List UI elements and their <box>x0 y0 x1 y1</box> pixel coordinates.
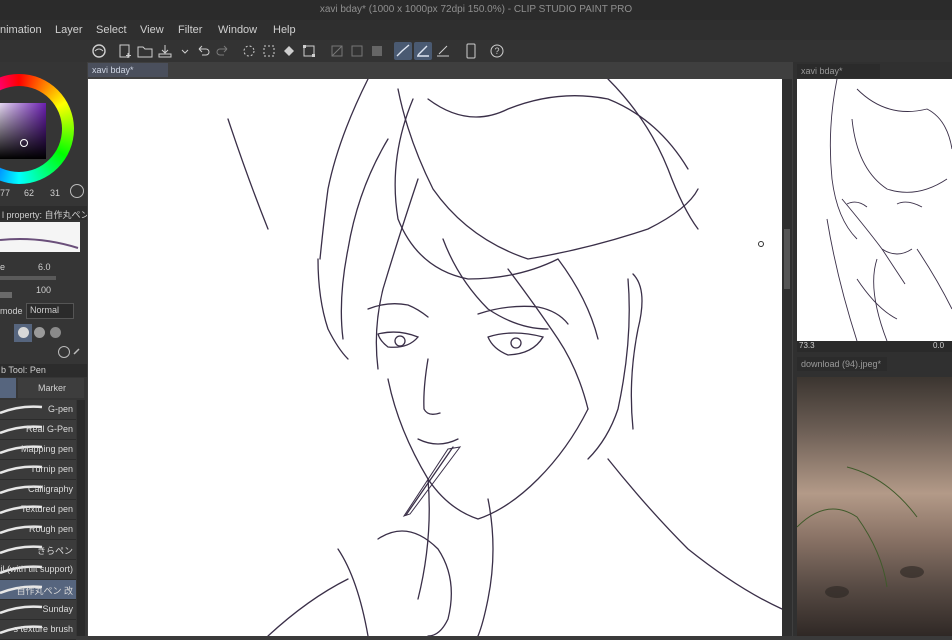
help-icon[interactable]: ? <box>488 42 506 60</box>
tool-property-header: l property: 自作丸ペン <box>0 206 90 220</box>
snap-grid-icon[interactable] <box>368 42 386 60</box>
blend-mode-select[interactable]: Normal <box>26 303 74 319</box>
brush-size-label: e <box>0 262 6 272</box>
brush-tip-soft-icon[interactable] <box>34 327 45 338</box>
clear-outside-icon[interactable] <box>260 42 278 60</box>
brush-stroke-preview-icon <box>0 605 43 615</box>
undo-icon[interactable] <box>194 42 212 60</box>
open-folder-icon[interactable] <box>136 42 154 60</box>
brush-item-label: Real G-Pen <box>25 424 73 434</box>
brush-list: G-pen Real G-Pen Mapping pen Turnip pen Call… <box>0 400 76 640</box>
fill-icon[interactable] <box>280 42 298 60</box>
chevron-down-icon[interactable] <box>176 42 189 60</box>
brush-item[interactable]: Rough pen <box>0 520 76 540</box>
drawing-canvas[interactable] <box>88 79 782 636</box>
brush-item-label: cil (with tilt support) <box>0 564 73 574</box>
window-title: xavi bday* (1000 x 1000px 72dpi 150.0%) … <box>319 4 633 15</box>
clear-icon[interactable] <box>240 42 258 60</box>
reset-icon[interactable] <box>58 346 70 358</box>
brush-item-label: 自作丸ペン 改 <box>16 586 73 596</box>
brush-item-label: Rough pen <box>28 524 73 534</box>
opacity-slider[interactable] <box>0 292 12 298</box>
menu-help[interactable]: Help <box>273 20 296 40</box>
brush-item[interactable]: cil (with tilt support) <box>0 560 76 580</box>
brush-item-label: G-pen <box>47 404 73 414</box>
color-mode-icon[interactable] <box>70 184 84 198</box>
brush-tip-textured-icon[interactable] <box>50 327 61 338</box>
brush-item-label: Calligraphy <box>27 484 73 494</box>
menu-bar: nimation Layer Select View Filter Window… <box>0 20 952 40</box>
color-value-b: 31 <box>50 188 61 198</box>
menu-window[interactable]: Window <box>218 20 257 40</box>
command-bar: ? <box>0 40 952 63</box>
special-ruler-snap-icon[interactable] <box>414 42 432 60</box>
brush-item[interactable]: Turnip pen <box>0 460 76 480</box>
brush-item[interactable]: きらペン <box>0 540 76 560</box>
brush-item-label: Mapping pen <box>20 444 73 454</box>
subtool-header: b Tool: Pen <box>0 364 87 377</box>
navigator-zoom[interactable]: 73.3 <box>799 341 815 350</box>
save-icon[interactable] <box>156 42 174 60</box>
title-bar: xavi bday* (1000 x 1000px 72dpi 150.0%) … <box>0 0 952 20</box>
menu-animation[interactable]: nimation <box>0 20 42 40</box>
grid-snap-icon[interactable] <box>434 42 452 60</box>
navigator-controls: 73.3 0.0 <box>797 341 952 352</box>
brush-size-slider[interactable] <box>0 276 56 280</box>
clip-studio-icon[interactable] <box>90 42 108 60</box>
brush-item-label: Sunday <box>42 604 73 614</box>
canvas-vertical-scrollbar[interactable] <box>782 79 792 636</box>
brush-item[interactable]: Mapping pen <box>0 440 76 460</box>
snap-icon[interactable] <box>348 42 366 60</box>
hide-selection-icon[interactable] <box>328 42 346 60</box>
menu-layer[interactable]: Layer <box>55 20 83 40</box>
color-picker-cursor[interactable] <box>20 139 28 147</box>
smartphone-icon[interactable] <box>462 42 480 60</box>
reference-image[interactable] <box>797 377 952 636</box>
brush-tip-icon <box>18 327 29 338</box>
tab-marker[interactable]: Marker <box>18 378 84 398</box>
redo-icon[interactable] <box>214 42 232 60</box>
blend-mode-value: Normal <box>30 305 60 315</box>
brush-preview <box>0 222 80 252</box>
navigator-rotation[interactable]: 0.0 <box>933 341 944 350</box>
blend-mode-label: mode <box>0 306 23 316</box>
brush-item[interactable]: s texture brush <box>0 620 76 640</box>
tab-marker-label: Marker <box>38 383 67 393</box>
brush-item-label: きらペン <box>36 546 73 556</box>
brush-item-label: s texture brush <box>13 624 73 634</box>
canvas-tab[interactable]: xavi bday* <box>88 63 168 77</box>
brush-item[interactable]: Real G-Pen <box>0 420 76 440</box>
navigator-tab[interactable]: xavi bday* <box>797 64 880 78</box>
svg-text:?: ? <box>494 46 499 56</box>
brush-item-label: Turnip pen <box>30 464 73 474</box>
tab-pen[interactable] <box>0 378 16 398</box>
wrench-icon[interactable] <box>72 346 82 356</box>
menu-view[interactable]: View <box>140 20 164 40</box>
ruler-snap-icon[interactable] <box>394 42 412 60</box>
new-file-icon[interactable] <box>116 42 134 60</box>
brush-item[interactable]: Calligraphy <box>0 480 76 500</box>
brush-item-label: Textured pen <box>20 504 73 514</box>
menu-select[interactable]: Select <box>96 20 127 40</box>
brush-list-scrollbar[interactable] <box>77 400 85 636</box>
brush-stroke-preview-icon <box>0 405 43 415</box>
color-value-r: 77 <box>0 188 11 198</box>
reference-tab[interactable]: download (94).jpeg* <box>797 357 887 371</box>
color-value-g: 62 <box>24 188 35 198</box>
scrollbar-thumb[interactable] <box>784 229 790 289</box>
brush-item[interactable]: Textured pen <box>0 500 76 520</box>
brush-item[interactable]: Sunday <box>0 600 76 620</box>
navigator-preview[interactable] <box>797 79 952 341</box>
subtool-title: b Tool: Pen <box>1 365 46 375</box>
left-panel: 77 62 31 l property: 自作丸ペン e 6.0 100 mod… <box>0 62 90 640</box>
brush-item[interactable]: G-pen <box>0 400 76 420</box>
opacity-value[interactable]: 100 <box>36 285 51 295</box>
brush-size-value[interactable]: 6.0 <box>38 262 51 272</box>
menu-filter[interactable]: Filter <box>178 20 202 40</box>
brush-item[interactable]: 自作丸ペン 改 <box>0 580 76 600</box>
transform-icon[interactable] <box>300 42 318 60</box>
saturation-square[interactable] <box>0 103 46 159</box>
tool-property-title: l property: 自作丸ペン <box>2 210 90 220</box>
